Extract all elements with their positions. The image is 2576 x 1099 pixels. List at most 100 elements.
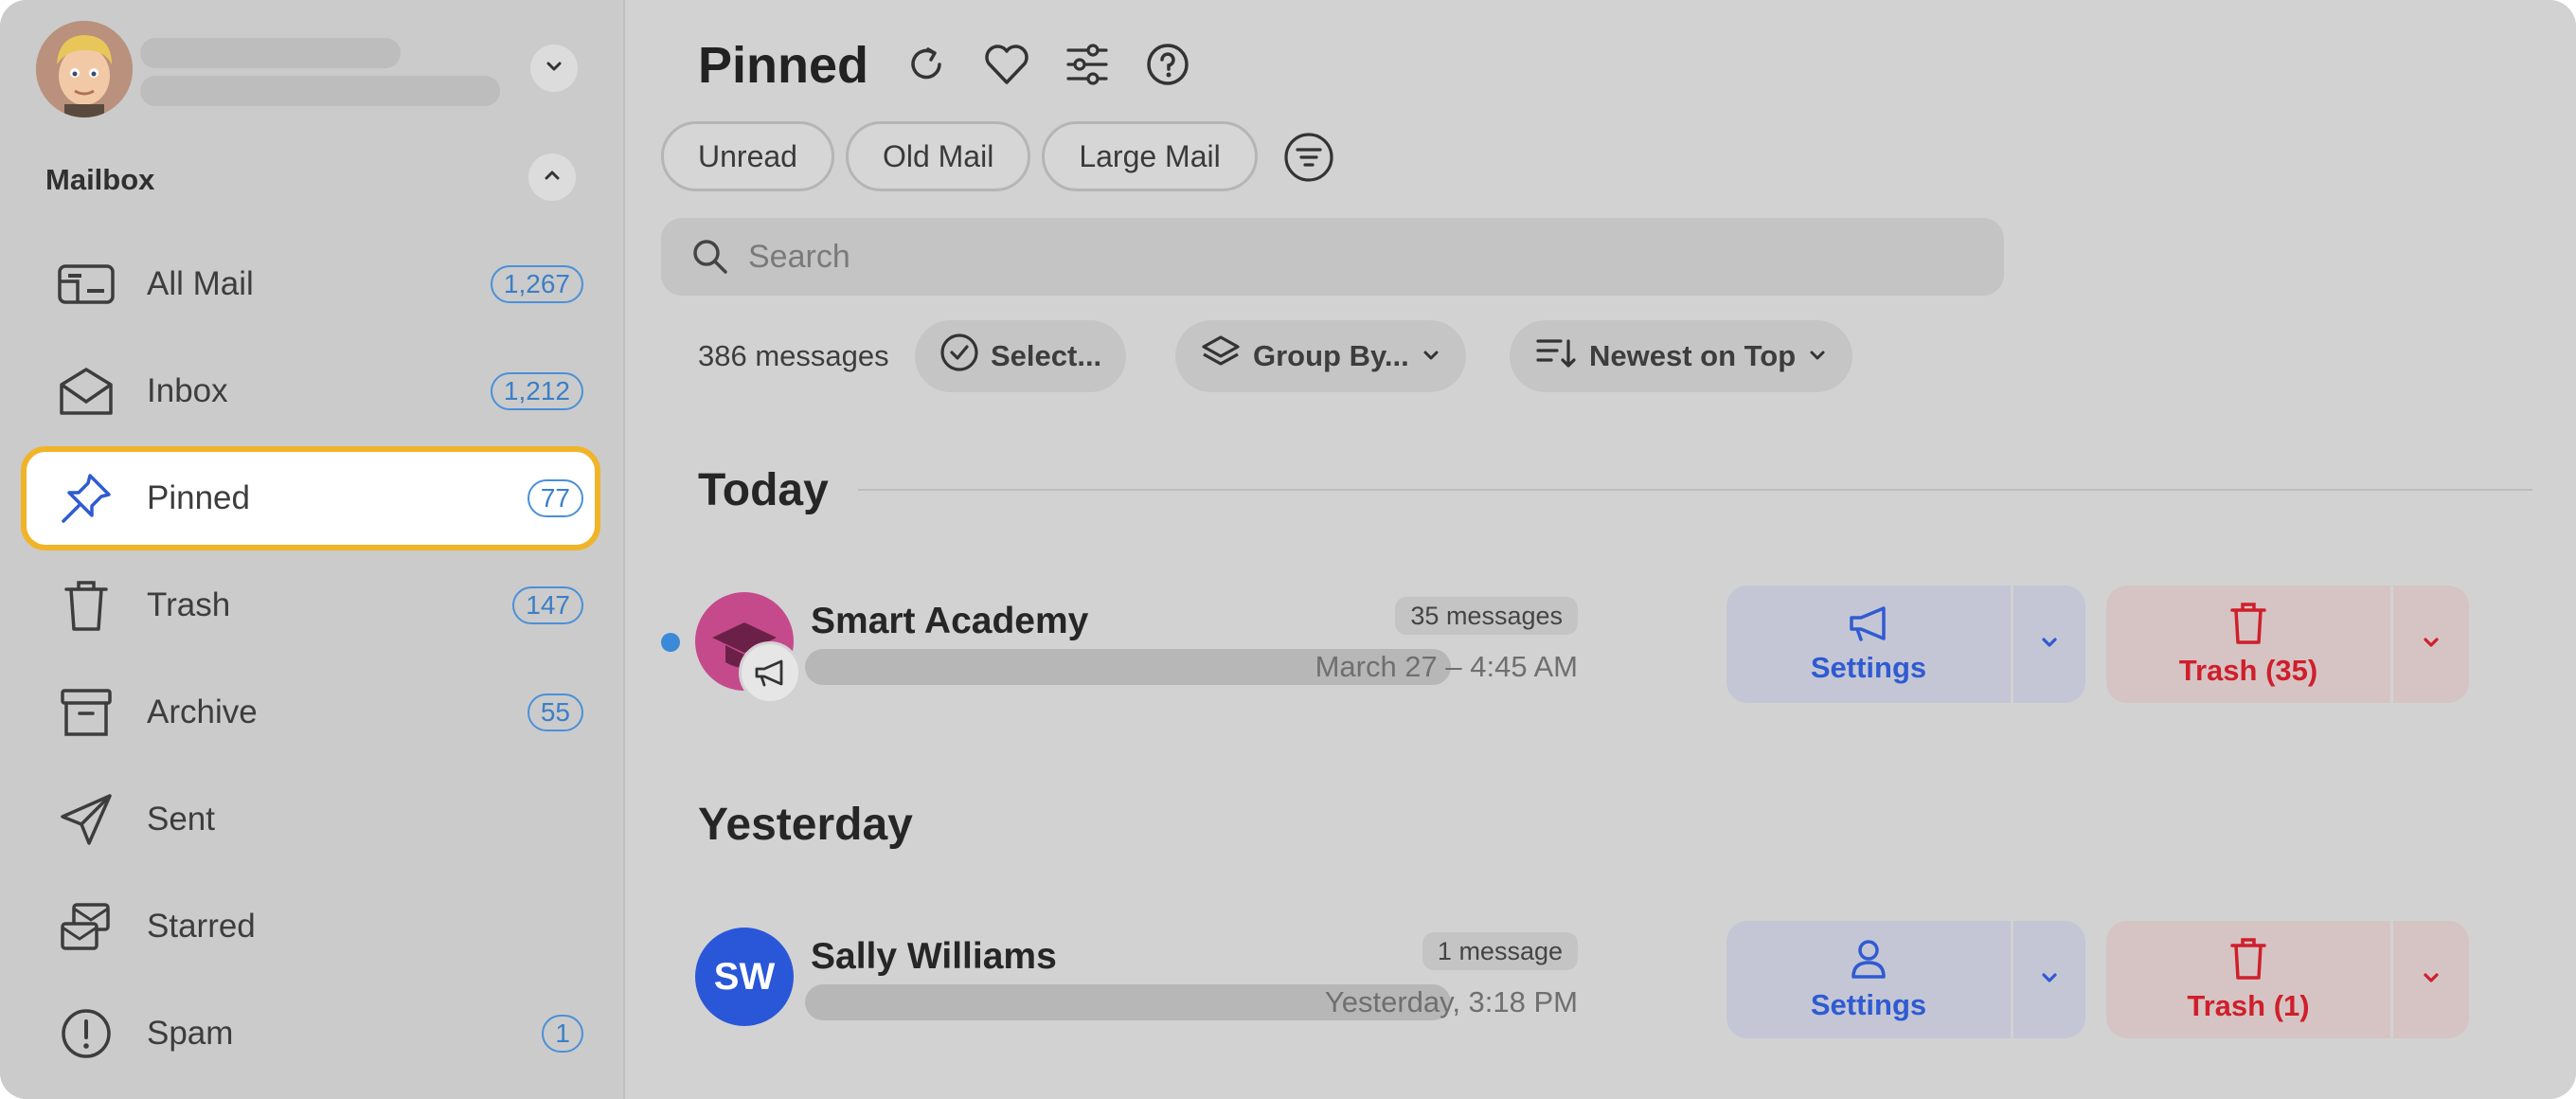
- avatar[interactable]: [36, 21, 133, 117]
- chevron-down-icon: [2039, 632, 2060, 658]
- mailbox-section-title: Mailbox: [45, 163, 155, 196]
- sliders-icon[interactable]: [1063, 40, 1112, 89]
- filter-large-mail[interactable]: Large Mail: [1042, 121, 1258, 191]
- pin-icon: [57, 469, 116, 528]
- sort-button[interactable]: Newest on Top: [1510, 320, 1853, 392]
- sidebar-item-all-mail[interactable]: All Mail 1,267: [21, 232, 600, 336]
- refresh-icon[interactable]: [902, 40, 951, 89]
- send-icon: [57, 790, 116, 849]
- group-header-today: Today: [698, 465, 829, 515]
- sender-avatar: SW: [695, 928, 794, 1026]
- search-input[interactable]: Search: [661, 218, 2004, 296]
- sidebar-item-label: Sent: [147, 801, 215, 838]
- unread-count-badge: 77: [527, 479, 583, 517]
- message-date: March 27 – 4:45 AM: [1315, 650, 1578, 683]
- sort-label: Newest on Top: [1589, 339, 1797, 372]
- search-icon: [691, 238, 729, 276]
- mailbox-section-header: Mailbox: [45, 153, 585, 201]
- settings-label: Settings: [1810, 650, 1927, 684]
- sidebar-item-label: Starred: [147, 908, 256, 945]
- trash-options-button[interactable]: [2393, 586, 2469, 703]
- mailbox-nav: All Mail 1,267 Inbox 1,212 Pinned 77 Tra…: [21, 232, 600, 1089]
- trash-sender-button[interactable]: Trash (35): [2106, 586, 2390, 703]
- all-mail-icon: [57, 255, 116, 314]
- inbox-icon: [57, 362, 116, 421]
- sidebar: Mailbox All Mail 1,267 Inbox 1,212 Pinne…: [0, 0, 625, 1099]
- filter-unread[interactable]: Unread: [661, 121, 834, 191]
- settings-options-button[interactable]: [2013, 921, 2085, 1038]
- sidebar-item-spam[interactable]: Spam 1: [21, 982, 600, 1086]
- unread-indicator: [661, 633, 680, 652]
- sender-name: Smart Academy: [811, 601, 1089, 641]
- select-label: Select...: [991, 339, 1102, 372]
- sidebar-item-starred[interactable]: Starred: [21, 874, 600, 979]
- settings-options-button[interactable]: [2013, 586, 2085, 703]
- account-name-placeholder: [140, 38, 401, 68]
- message-count-badge: 1 message: [1422, 932, 1578, 970]
- unread-count-badge: 147: [512, 586, 583, 624]
- archive-icon: [57, 683, 116, 742]
- check-circle-icon: [939, 333, 979, 380]
- chevron-up-icon: [542, 165, 563, 190]
- sender-name: Sally Williams: [811, 936, 1057, 977]
- settings-label: Settings: [1810, 987, 1927, 1021]
- message-count-badge: 35 messages: [1395, 597, 1578, 635]
- account-menu-button[interactable]: [530, 45, 578, 92]
- sidebar-item-label: Archive: [147, 694, 258, 730]
- filter-old-mail[interactable]: Old Mail: [845, 121, 1031, 191]
- unread-count-badge: 1: [542, 1015, 583, 1053]
- sender-avatar: [695, 592, 801, 704]
- trash-options-button[interactable]: [2393, 921, 2469, 1038]
- unread-count-badge: 1,212: [490, 372, 583, 410]
- sidebar-item-label: Pinned: [147, 479, 250, 516]
- account-email-placeholder: [140, 76, 500, 106]
- sidebar-item-label: Spam: [147, 1015, 234, 1052]
- sidebar-item-archive[interactable]: Archive 55: [21, 660, 600, 765]
- chevron-down-icon: [2421, 632, 2442, 658]
- sort-icon: [1534, 333, 1578, 379]
- help-icon[interactable]: [1143, 40, 1192, 89]
- message-date: Yesterday, 3:18 PM: [1324, 985, 1578, 1018]
- chevron-down-icon: [1421, 339, 1441, 373]
- trash-label: Trash (35): [2178, 653, 2318, 687]
- layers-icon: [1200, 333, 1242, 379]
- collapse-mailbox-button[interactable]: [528, 153, 576, 201]
- trash-icon: [2229, 937, 2267, 985]
- group-by-label: Group By...: [1253, 339, 1409, 372]
- unread-count-badge: 1,267: [490, 265, 583, 303]
- person-icon: [1850, 938, 1887, 984]
- account-switcher[interactable]: [36, 21, 595, 119]
- trash-sender-button[interactable]: Trash (1): [2106, 921, 2390, 1038]
- main-content: Pinned Unread Old Mail Large Mail Search: [627, 0, 2576, 1099]
- trash-icon: [57, 576, 116, 635]
- megaphone-icon: [739, 641, 801, 704]
- filter-icon[interactable]: [1282, 131, 1335, 184]
- sender-initials: SW: [695, 928, 794, 1026]
- sidebar-item-pinned[interactable]: Pinned 77: [21, 446, 600, 550]
- starred-icon: [57, 897, 116, 956]
- sidebar-item-label: Inbox: [147, 372, 228, 409]
- sidebar-item-sent[interactable]: Sent: [21, 767, 600, 872]
- sidebar-item-inbox[interactable]: Inbox 1,212: [21, 339, 600, 443]
- group-divider: [858, 489, 2532, 491]
- sender-row[interactable]: Smart Academy 35 messages March 27 – 4:4…: [661, 578, 2555, 704]
- sidebar-item-label: All Mail: [147, 265, 254, 302]
- sender-row[interactable]: SW Sally Williams 1 message Yesterday, 3…: [661, 913, 2555, 1038]
- sidebar-item-label: Trash: [147, 586, 231, 623]
- mail-window: Mailbox All Mail 1,267 Inbox 1,212 Pinne…: [0, 0, 2576, 1099]
- page-title: Pinned: [698, 37, 869, 94]
- megaphone-icon: [1846, 604, 1891, 647]
- trash-label: Trash (1): [2187, 988, 2310, 1022]
- heart-icon[interactable]: [982, 40, 1031, 89]
- unread-count-badge: 55: [527, 694, 583, 731]
- chevron-down-icon: [2039, 967, 2060, 993]
- group-by-button[interactable]: Group By...: [1175, 320, 1466, 392]
- message-count: 386 messages: [698, 339, 889, 372]
- chevron-down-icon: [1807, 339, 1828, 373]
- chevron-down-icon: [2421, 967, 2442, 993]
- sidebar-item-trash[interactable]: Trash 147: [21, 553, 600, 658]
- group-header-yesterday: Yesterday: [698, 800, 913, 850]
- select-button[interactable]: Select...: [915, 320, 1127, 392]
- sender-settings-button[interactable]: Settings: [1726, 921, 2011, 1038]
- sender-settings-button[interactable]: Settings: [1726, 586, 2011, 703]
